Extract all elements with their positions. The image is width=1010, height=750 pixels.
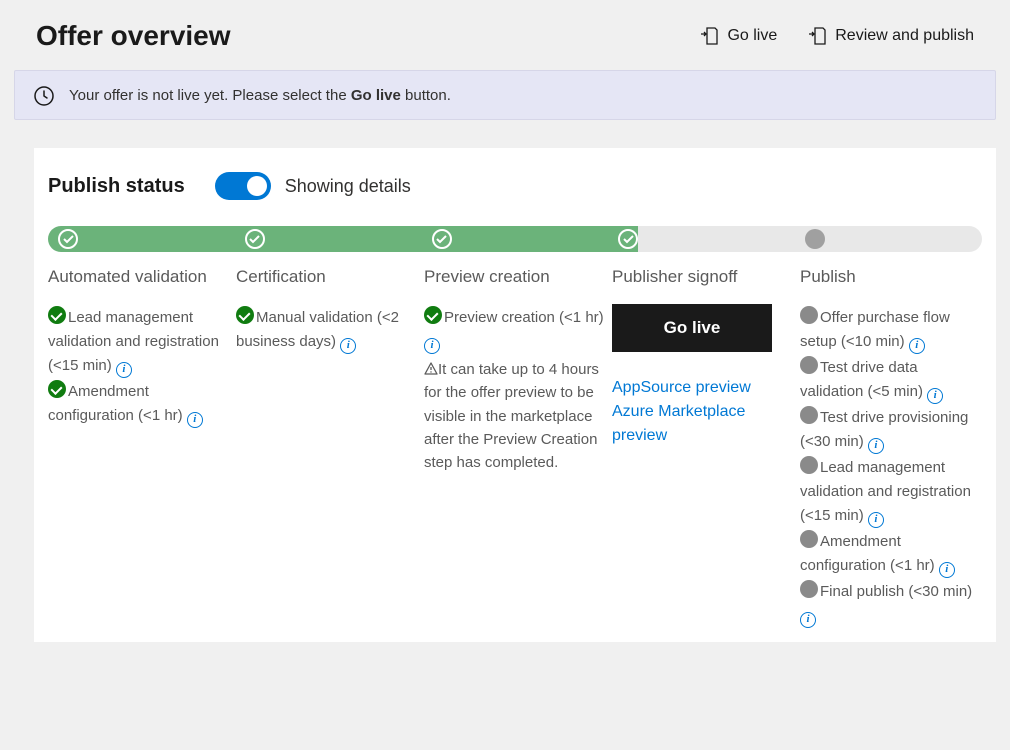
step-test-drive-prov: Test drive provisioning (<30 min) (800, 404, 982, 454)
toggle-knob (247, 176, 267, 196)
col-preview: Preview creation Preview creation (<1 hr… (424, 266, 606, 628)
check-icon (48, 380, 66, 398)
preview-warning: It can take up to 4 hours for the offer … (424, 358, 606, 474)
progress-seg-signoff (608, 226, 795, 252)
go-live-button[interactable]: Go live (612, 304, 772, 352)
progress-seg-certification (235, 226, 422, 252)
col-publish: Publish Offer purchase flow setup (<10 m… (800, 266, 982, 628)
info-icon[interactable] (116, 362, 132, 378)
progress-track (48, 226, 982, 252)
info-icon[interactable] (868, 438, 884, 454)
step-lead-mgmt: Lead management validation and registrat… (48, 304, 230, 378)
info-icon[interactable] (424, 338, 440, 354)
pending-icon (800, 456, 818, 474)
col-automated: Automated validation Lead management val… (48, 266, 230, 628)
appsource-preview-link[interactable]: AppSource preview (612, 376, 794, 400)
check-icon (432, 229, 452, 249)
warning-icon (424, 359, 438, 382)
col-signoff: Publisher signoff Go live AppSource prev… (612, 266, 794, 628)
clock-icon (33, 85, 53, 105)
pending-icon (800, 406, 818, 424)
page-title: Offer overview (36, 20, 231, 52)
step-amendment: Amendment configuration (<1 hr) (48, 378, 230, 428)
info-icon[interactable] (927, 388, 943, 404)
go-live-action[interactable]: Go live (699, 26, 777, 46)
check-icon (424, 306, 442, 324)
status-header: Publish status Showing details (48, 172, 982, 200)
review-publish-label: Review and publish (835, 27, 974, 45)
info-icon[interactable] (868, 512, 884, 528)
status-card: Publish status Showing details (34, 148, 996, 642)
col-title: Automated validation (48, 266, 230, 288)
toggle-label: Showing details (285, 176, 411, 197)
step-lead-mgmt-pub: Lead management validation and registrat… (800, 454, 982, 528)
step-final-publish: Final publish (<30 min) (800, 578, 982, 628)
azure-marketplace-preview-link[interactable]: Azure Marketplace preview (612, 400, 794, 448)
col-title: Certification (236, 266, 418, 288)
pending-icon (800, 356, 818, 374)
info-icon[interactable] (800, 612, 816, 628)
status-columns: Automated validation Lead management val… (48, 266, 982, 628)
header: Offer overview Go live Review and publis… (0, 0, 1010, 70)
check-icon (58, 229, 78, 249)
progress-seg-automated (48, 226, 235, 252)
progress-seg-preview (422, 226, 609, 252)
col-title: Preview creation (424, 266, 606, 288)
pending-icon (800, 580, 818, 598)
check-icon (245, 229, 265, 249)
pending-icon (800, 306, 818, 324)
info-icon[interactable] (340, 338, 356, 354)
col-title: Publisher signoff (612, 266, 794, 288)
banner-text: Your offer is not live yet. Please selec… (69, 87, 451, 104)
check-icon (48, 306, 66, 324)
check-icon (236, 306, 254, 324)
review-publish-icon (807, 26, 825, 46)
step-amendment-pub: Amendment configuration (<1 hr) (800, 528, 982, 578)
info-banner: Your offer is not live yet. Please selec… (14, 70, 996, 120)
header-actions: Go live Review and publish (699, 26, 974, 46)
check-icon (618, 229, 638, 249)
step-preview-creation: Preview creation (<1 hr) (424, 304, 606, 354)
info-icon[interactable] (909, 338, 925, 354)
go-live-label: Go live (727, 27, 777, 45)
review-publish-action[interactable]: Review and publish (807, 26, 974, 46)
info-icon[interactable] (939, 562, 955, 578)
pending-icon (805, 229, 825, 249)
details-toggle-group: Showing details (215, 172, 411, 200)
col-title: Publish (800, 266, 982, 288)
details-toggle[interactable] (215, 172, 271, 200)
progress-seg-publish (795, 226, 982, 252)
step-manual-validation: Manual validation (<2 business days) (236, 304, 418, 354)
col-certification: Certification Manual validation (<2 busi… (236, 266, 418, 628)
go-live-icon (699, 26, 717, 46)
status-title: Publish status (48, 175, 185, 198)
pending-icon (800, 530, 818, 548)
step-test-drive-data: Test drive data validation (<5 min) (800, 354, 982, 404)
step-offer-purchase: Offer purchase flow setup (<10 min) (800, 304, 982, 354)
info-icon[interactable] (187, 412, 203, 428)
